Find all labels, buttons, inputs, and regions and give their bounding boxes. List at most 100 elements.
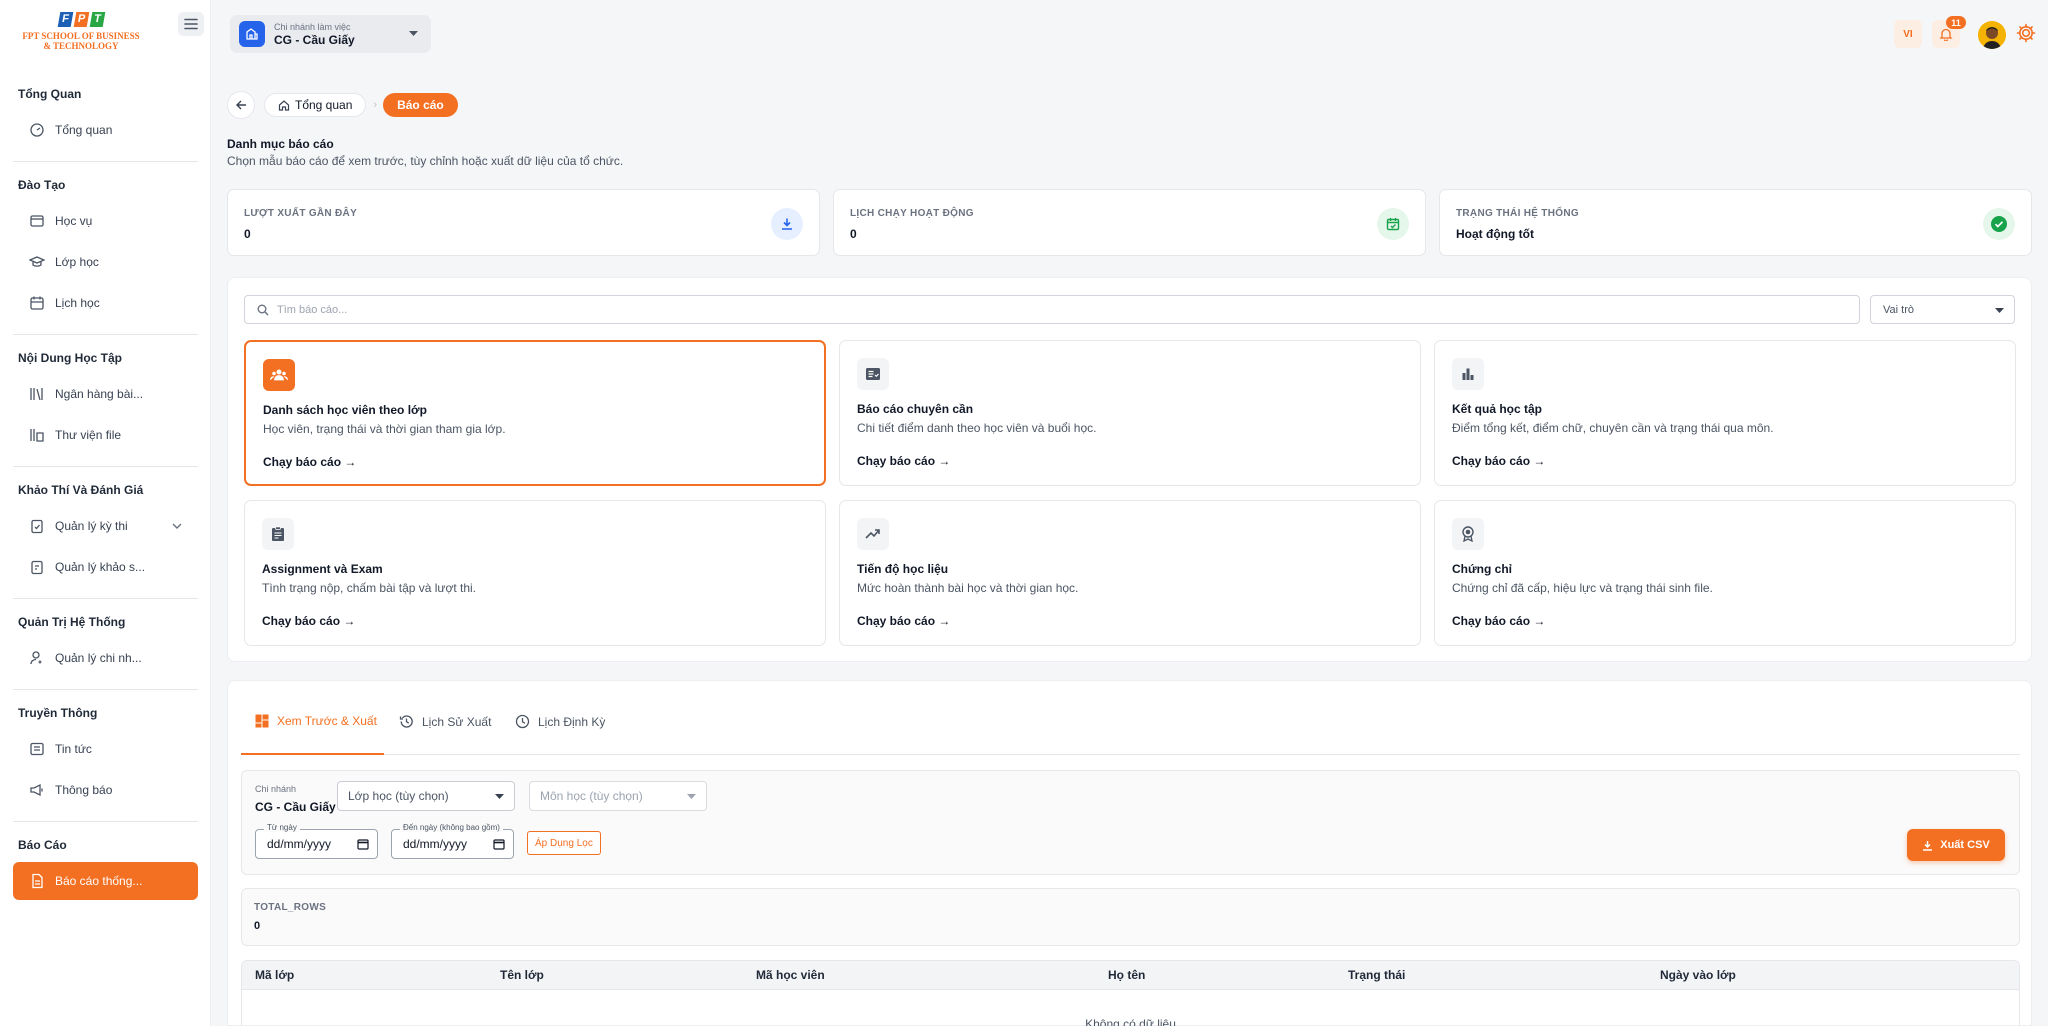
- report-card-certificates[interactable]: Chứng chỉ Chứng chỉ đã cấp, hiệu lực và …: [1434, 500, 2016, 646]
- breadcrumb-home[interactable]: Tổng quan: [264, 93, 367, 117]
- column-header[interactable]: Mã học viên: [756, 968, 825, 982]
- breadcrumb-separator: ›: [373, 99, 378, 111]
- branch-selector[interactable]: Chi nhánh làm việc CG - Cầu Giấy: [230, 15, 431, 53]
- sidebar-item-surveys[interactable]: Quản lý khảo s...: [13, 548, 198, 586]
- history-icon: [399, 715, 413, 728]
- run-report-link[interactable]: Chạy báo cáo →: [1452, 454, 1545, 468]
- export-csv-button[interactable]: Xuất CSV: [1907, 829, 2005, 861]
- run-report-link[interactable]: Chạy báo cáo →: [857, 614, 950, 628]
- run-report-link[interactable]: Chạy báo cáo →: [262, 614, 355, 628]
- check-circle-icon: [1983, 208, 2015, 240]
- to-date-input[interactable]: Đến ngày (không bao gồm) dd/mm/yyyy: [391, 823, 514, 859]
- column-header[interactable]: Ngày vào lớp: [1660, 968, 1736, 982]
- sidebar-item-label: Thông báo: [55, 783, 113, 797]
- column-header[interactable]: Mã lớp: [255, 968, 294, 982]
- sidebar-item-news[interactable]: Tin tức: [13, 730, 198, 768]
- sidebar-item-announcements[interactable]: Thông báo: [13, 771, 198, 809]
- search-icon: [257, 304, 269, 316]
- apply-filter-button[interactable]: Áp Dụng Lọc: [527, 831, 601, 855]
- search-input[interactable]: Tìm báo cáo...: [244, 295, 1860, 324]
- from-date-value: dd/mm/yyyy: [267, 837, 332, 851]
- dashboard-grid-icon: [255, 714, 269, 728]
- building-icon: [239, 21, 265, 47]
- gear-icon[interactable]: [2015, 22, 2037, 44]
- sidebar-item-exams[interactable]: Quản lý kỳ thi: [13, 507, 198, 545]
- stat-system-status: TRẠNG THÁI HỆ THỐNG Hoạt động tốt: [1439, 189, 2032, 256]
- stat-value: 0: [244, 227, 251, 241]
- logo-letter-p: P: [73, 12, 89, 27]
- sidebar-item-question-bank[interactable]: Ngân hàng bài...: [13, 375, 198, 413]
- report-card-attendance[interactable]: Báo cáo chuyên cần Chi tiết điểm danh th…: [839, 340, 1421, 486]
- branch-filter-label: Chi nhánh: [255, 784, 297, 794]
- news-icon: [30, 742, 44, 756]
- role-select-value: Vai trò: [1883, 303, 1914, 316]
- sidebar-item-label: Tin tức: [55, 742, 92, 756]
- logo-line-1: FPT SCHOOL OF BUSINESS: [22, 31, 140, 41]
- tab-preview-export[interactable]: Xem Trước & Xuất: [255, 714, 377, 728]
- fpt-logo[interactable]: F P T FPT SCHOOL OF BUSINESS & TECHNOLOG…: [18, 10, 144, 58]
- report-card-title: Danh sách học viên theo lớp: [263, 403, 427, 417]
- language-switch[interactable]: VI: [1894, 20, 1922, 48]
- report-card-description: Chi tiết điểm danh theo học viên và buổi…: [857, 421, 1097, 435]
- search-placeholder: Tìm báo cáo...: [277, 303, 348, 316]
- sidebar-item-file-library[interactable]: Thư viện file: [13, 416, 198, 454]
- nav-section-title: Khảo Thí Và Đánh Giá: [18, 483, 144, 497]
- report-card-learning-results[interactable]: Kết quả học tập Điểm tổng kết, điểm chữ,…: [1434, 340, 2016, 486]
- report-card-title: Tiến độ học liệu: [857, 562, 949, 576]
- column-header[interactable]: Họ tên: [1108, 968, 1145, 982]
- total-rows-label: TOTAL_ROWS: [254, 902, 327, 913]
- role-select[interactable]: Vai trò: [1870, 295, 2015, 324]
- tab-scheduled[interactable]: Lịch Định Kỳ: [515, 714, 605, 729]
- caret-down-icon: [687, 794, 696, 799]
- sidebar-item-label: Tổng quan: [55, 123, 113, 137]
- sidebar-item-branch-management[interactable]: Quản lý chi nh...: [13, 639, 198, 677]
- column-header[interactable]: Tên lớp: [500, 968, 544, 982]
- stat-value: 0: [850, 227, 857, 241]
- run-report-link[interactable]: Chạy báo cáo →: [263, 455, 356, 469]
- sidebar-item-classes[interactable]: Lớp học: [13, 243, 198, 281]
- exam-icon: [31, 519, 43, 534]
- divider: [13, 161, 198, 162]
- academic-icon: [30, 215, 44, 227]
- calendar-icon: [357, 839, 369, 850]
- subject-select-placeholder: Môn học (tùy chọn): [540, 789, 643, 803]
- report-card-description: Mức hoàn thành bài học và thời gian học.: [857, 581, 1079, 595]
- breadcrumb-home-label: Tổng quan: [295, 98, 353, 112]
- breadcrumb-current[interactable]: Báo cáo: [383, 93, 458, 117]
- run-report-link[interactable]: Chạy báo cáo →: [857, 454, 950, 468]
- from-date-input[interactable]: Từ ngày dd/mm/yyyy: [255, 823, 378, 859]
- logo-line-2: & TECHNOLOGY: [43, 41, 119, 51]
- report-table: Mã lớp Tên lớp Mã học viên Họ tên Trạng …: [241, 960, 2020, 1026]
- assignment-icon: [262, 518, 294, 550]
- branch-label: Chi nhánh làm việc: [274, 21, 351, 32]
- menu-toggle-button[interactable]: [178, 12, 204, 36]
- sidebar-item-reports[interactable]: Báo cáo thống...: [13, 862, 198, 900]
- divider: [13, 466, 198, 467]
- report-card-title: Chứng chỉ: [1452, 562, 1513, 576]
- report-card-material-progress[interactable]: Tiến độ học liệu Mức hoàn thành bài học …: [839, 500, 1421, 646]
- subject-select[interactable]: Môn học (tùy chọn): [529, 781, 707, 811]
- class-icon: [29, 256, 45, 267]
- caret-down-icon: [409, 31, 418, 36]
- avatar[interactable]: [1978, 21, 2006, 49]
- sidebar-item-label: Báo cáo thống...: [55, 874, 143, 888]
- report-card-students-by-class[interactable]: Danh sách học viên theo lớp Học viên, tr…: [244, 340, 826, 486]
- sidebar-item-academic[interactable]: Học vụ: [13, 202, 198, 240]
- class-select[interactable]: Lớp học (tùy chọn): [337, 781, 515, 811]
- download-icon: [1923, 840, 1933, 851]
- report-card-description: Điểm tổng kết, điểm chữ, chuyên cần và t…: [1452, 421, 1774, 435]
- sidebar-item-label: Lớp học: [55, 255, 99, 269]
- class-select-placeholder: Lớp học (tùy chọn): [348, 789, 449, 803]
- user-admin-icon: [30, 651, 42, 665]
- column-header[interactable]: Trạng thái: [1348, 968, 1405, 982]
- tab-export-history[interactable]: Lịch Sử Xuất: [399, 714, 491, 729]
- run-report-link[interactable]: Chạy báo cáo →: [1452, 614, 1545, 628]
- report-card-assignment-exam[interactable]: Assignment và Exam Tình trạng nộp, chấm …: [244, 500, 826, 646]
- from-date-label: Từ ngày: [264, 823, 300, 832]
- sidebar-item-schedule[interactable]: Lịch học: [13, 284, 198, 322]
- back-button[interactable]: [227, 91, 255, 119]
- sidebar-item-label: Quản lý chi nh...: [55, 651, 142, 665]
- caret-down-icon: [495, 794, 504, 799]
- calendar-icon: [30, 296, 44, 310]
- sidebar-item-overview[interactable]: Tổng quan: [13, 111, 198, 149]
